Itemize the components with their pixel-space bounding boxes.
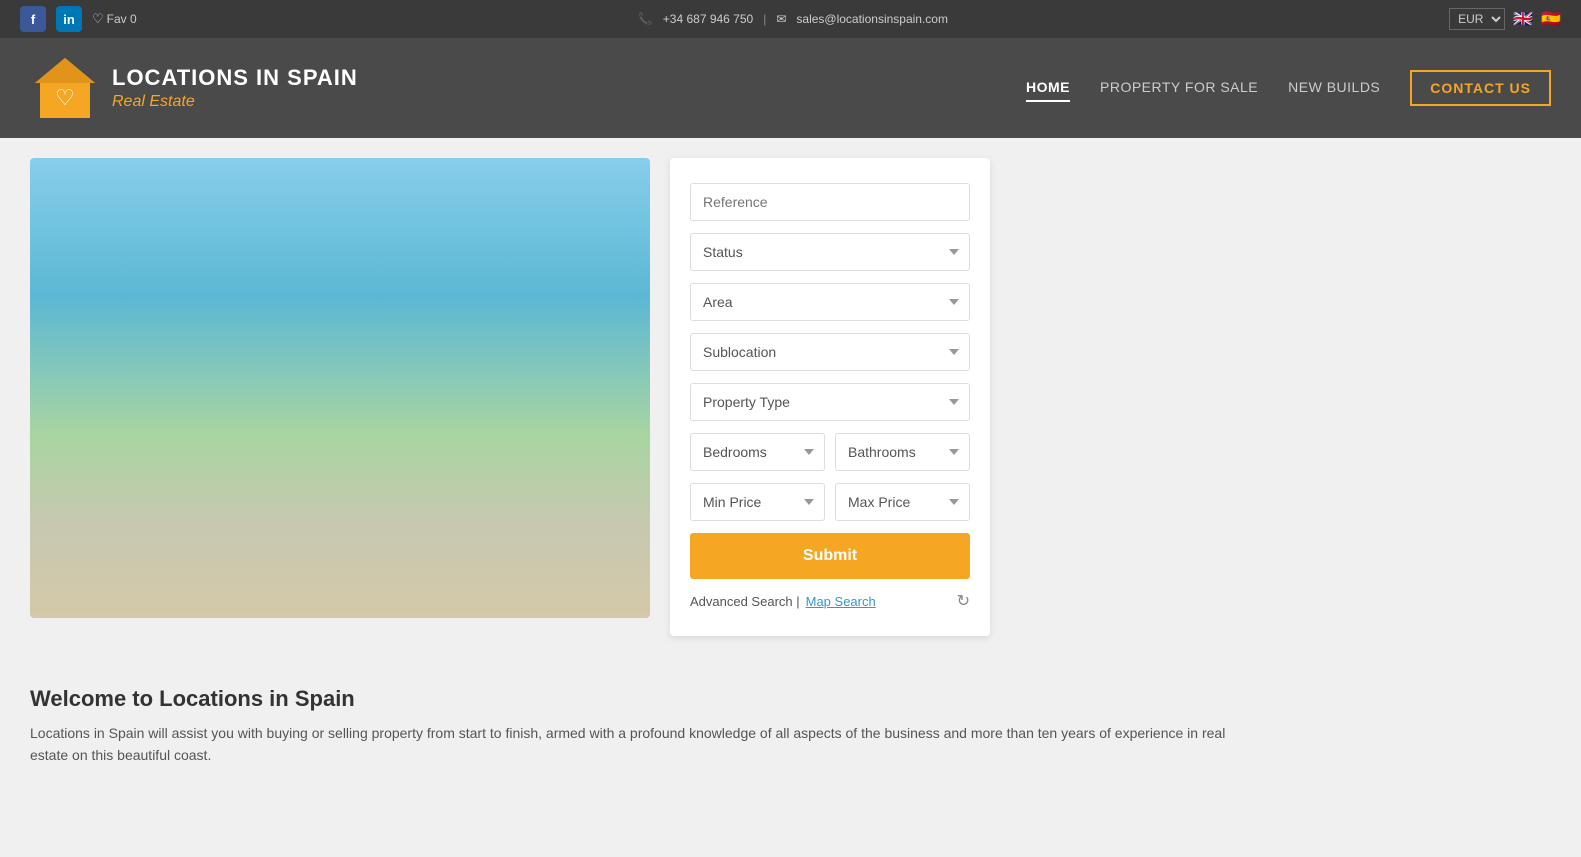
submit-button[interactable]: Submit	[690, 533, 970, 579]
logo-text: LOCATIONS IN SPAIN Real Estate	[112, 65, 358, 111]
nav-property-for-sale[interactable]: PROPERTY FOR SALE	[1100, 74, 1258, 102]
price-row: Min Price Max Price	[690, 483, 970, 521]
status-select[interactable]: Status	[690, 233, 970, 271]
min-price-select[interactable]: Min Price	[690, 483, 825, 521]
map-search-link[interactable]: Map Search	[806, 594, 876, 609]
hero-image: 🌴 🌴 🌿	[30, 158, 650, 618]
locale-controls: EUR 🇬🇧 🇪🇸	[1449, 8, 1561, 30]
search-links: Advanced Search | Map Search ↻	[690, 591, 970, 611]
reset-icon[interactable]: ↻	[957, 591, 970, 611]
main-nav: HOME PROPERTY FOR SALE NEW BUILDS CONTAC…	[1026, 70, 1551, 106]
social-links: f in ♡ Fav 0	[20, 6, 137, 32]
logo[interactable]: ♡ LOCATIONS IN SPAIN Real Estate	[30, 53, 358, 123]
area-select[interactable]: Area	[690, 283, 970, 321]
currency-select[interactable]: EUR	[1449, 8, 1505, 30]
nav-contact-us[interactable]: CONTACT US	[1410, 70, 1551, 106]
favorites-link[interactable]: ♡ Fav 0	[92, 11, 137, 27]
flag-es[interactable]: 🇪🇸	[1541, 9, 1561, 29]
max-price-select[interactable]: Max Price	[835, 483, 970, 521]
property-type-select[interactable]: Property Type	[690, 383, 970, 421]
site-header: ♡ LOCATIONS IN SPAIN Real Estate HOME PR…	[0, 38, 1581, 138]
email-address: sales@locationsinspain.com	[796, 12, 948, 26]
bedrooms-select[interactable]: Bedrooms	[690, 433, 825, 471]
advanced-search-label: Advanced Search |	[690, 594, 800, 609]
welcome-text: Locations in Spain will assist you with …	[30, 722, 1230, 767]
search-panel: Status Area Sublocation Property Type Be…	[670, 158, 990, 636]
sublocation-select[interactable]: Sublocation	[690, 333, 970, 371]
logo-house-icon: ♡	[30, 53, 100, 123]
heart-icon: ♡	[92, 11, 104, 27]
fav-count: Fav 0	[107, 12, 137, 26]
welcome-title: Welcome to Locations in Spain	[30, 686, 1551, 712]
separator: |	[763, 12, 766, 26]
phone-number: +34 687 946 750	[663, 12, 753, 26]
contact-info: 📞 +34 687 946 750 | ✉ sales@locationsins…	[638, 12, 948, 26]
welcome-section: Welcome to Locations in Spain Locations …	[0, 656, 1581, 787]
flag-uk[interactable]: 🇬🇧	[1513, 9, 1533, 29]
linkedin-icon[interactable]: in	[56, 6, 82, 32]
svg-text:♡: ♡	[55, 85, 75, 110]
nav-new-builds[interactable]: NEW BUILDS	[1288, 74, 1380, 102]
facebook-icon[interactable]: f	[20, 6, 46, 32]
nav-home[interactable]: HOME	[1026, 74, 1070, 102]
bed-bath-row: Bedrooms Bathrooms	[690, 433, 970, 471]
brand-name: LOCATIONS IN SPAIN	[112, 65, 358, 91]
brand-sub: Real Estate	[112, 92, 358, 111]
top-bar: f in ♡ Fav 0 📞 +34 687 946 750 | ✉ sales…	[0, 0, 1581, 38]
phone-icon: 📞	[638, 12, 653, 26]
bathrooms-select[interactable]: Bathrooms	[835, 433, 970, 471]
reference-input[interactable]	[690, 183, 970, 221]
email-icon: ✉	[776, 12, 786, 26]
content-area: 🌴 🌴 🌿 Status Area Sublocation Property T…	[0, 138, 1581, 656]
